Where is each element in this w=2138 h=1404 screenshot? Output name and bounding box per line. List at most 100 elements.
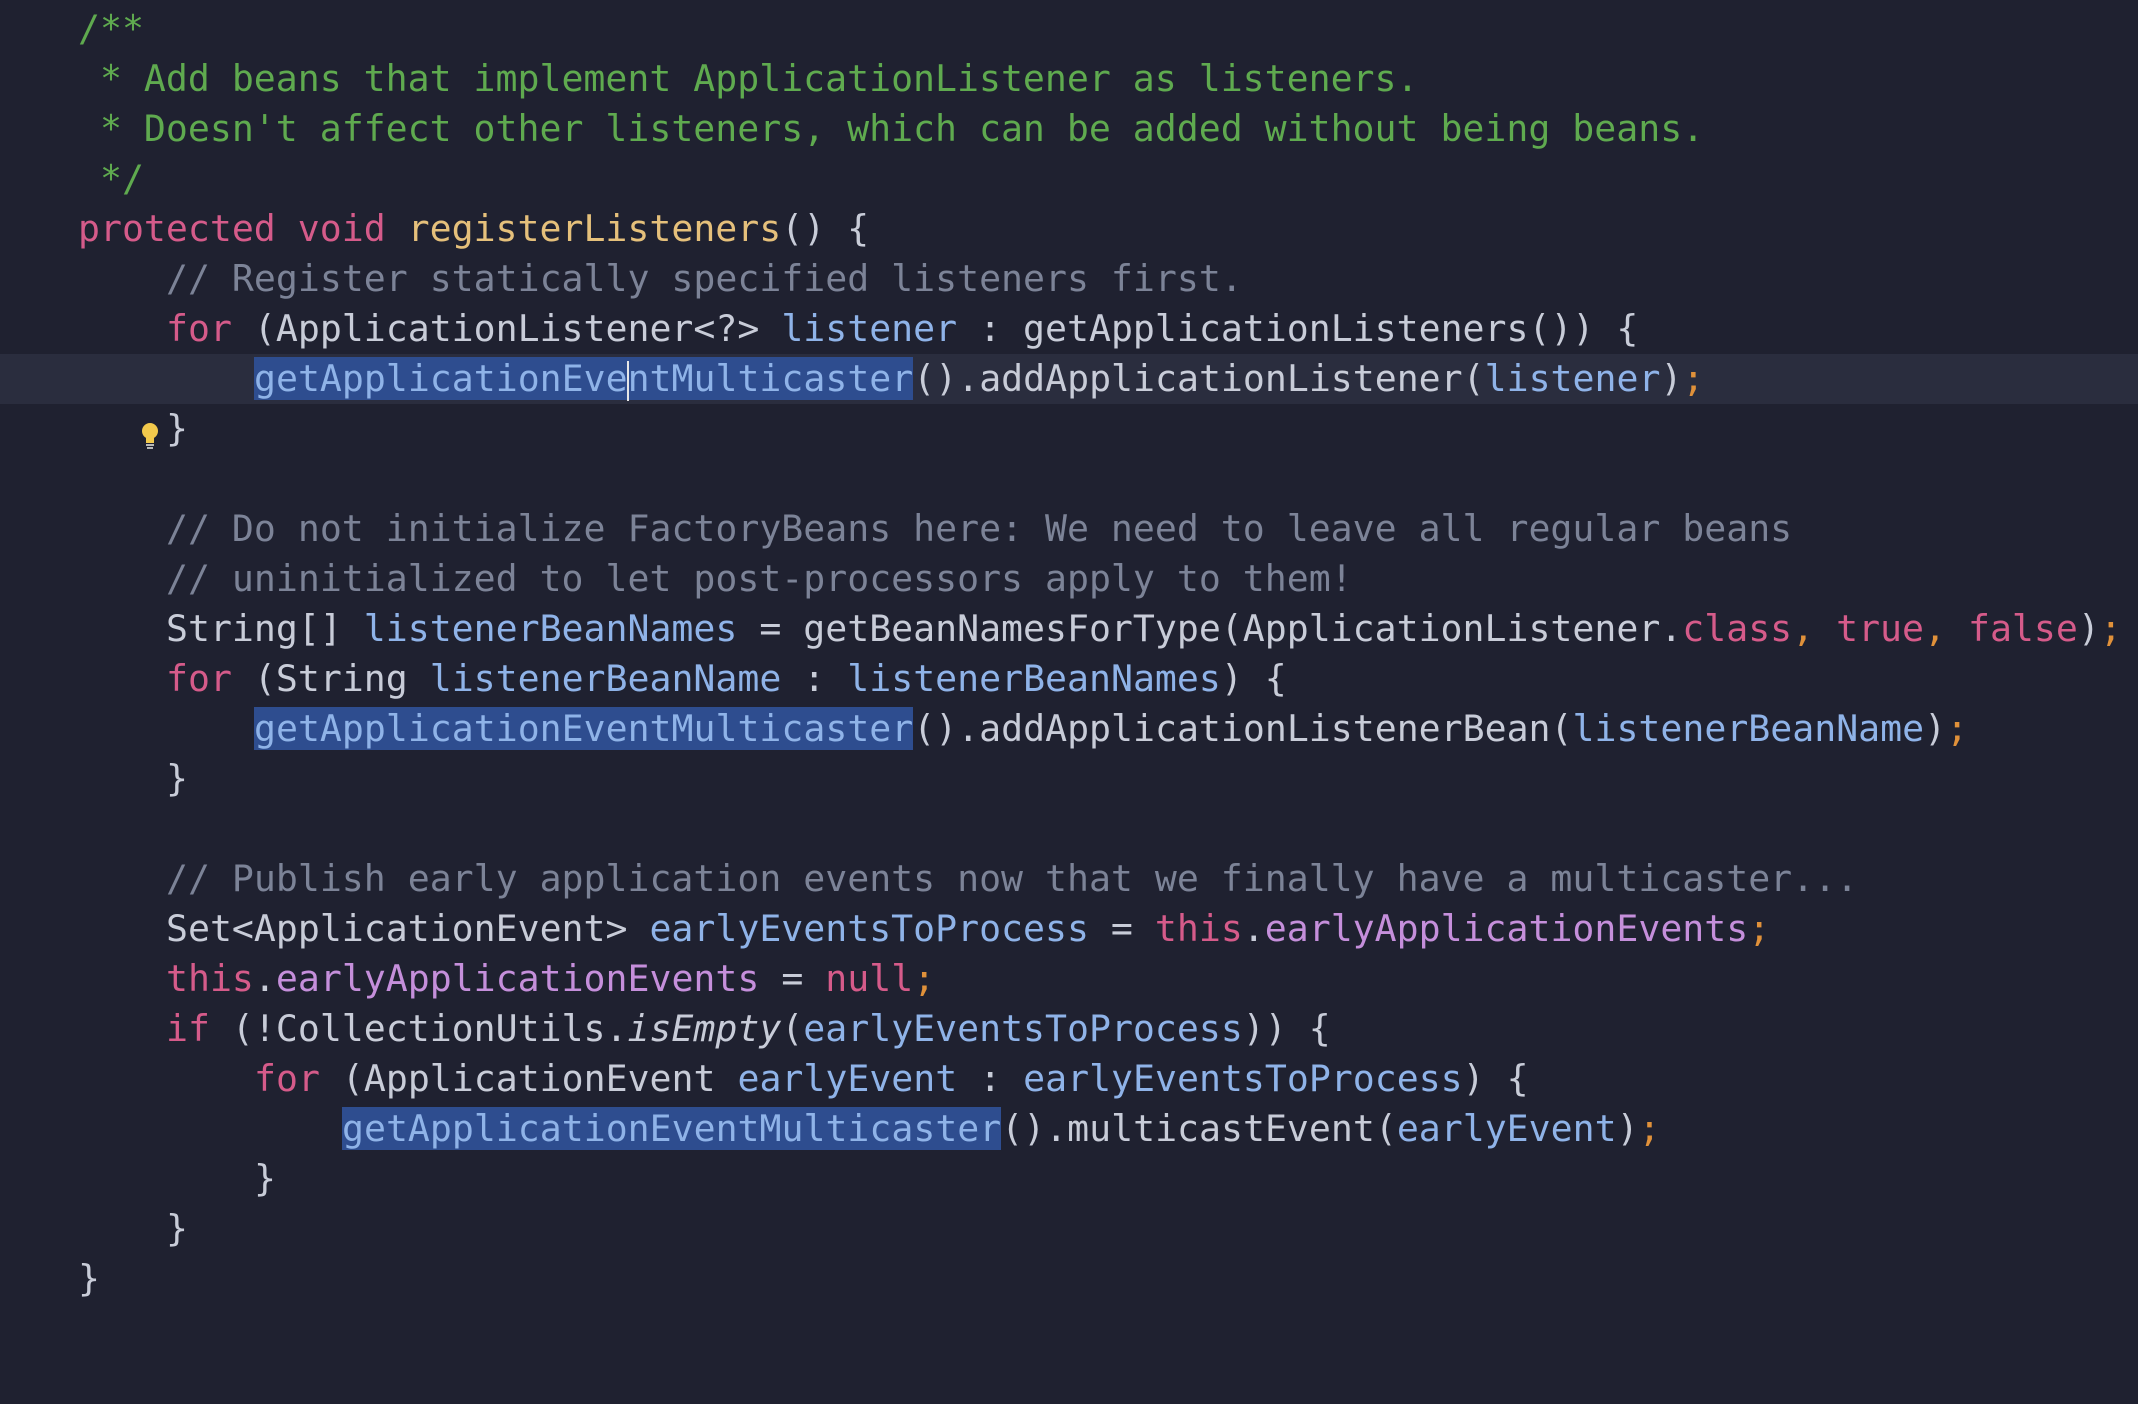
variable-early-events-to-process[interactable]: earlyEventsToProcess	[649, 907, 1089, 950]
keyword-for: for	[166, 307, 232, 350]
code-line[interactable]: }	[0, 404, 2138, 454]
variable-early-events-to-process[interactable]: earlyEventsToProcess	[1023, 1057, 1463, 1100]
code-token: )	[2077, 607, 2100, 650]
method-signature-tail: () {	[781, 207, 870, 250]
code-token: String[]	[166, 607, 364, 650]
code-line[interactable]: String[] listenerBeanNames = getBeanName…	[0, 604, 2138, 654]
method-call-statement: getApplicationEventMulticaster().multica…	[342, 1104, 1661, 1154]
declaration-statement: Set<ApplicationEvent> earlyEventsToProce…	[166, 904, 1770, 954]
keyword-this: this	[1154, 907, 1243, 950]
code-line[interactable]: /**	[0, 4, 2138, 54]
code-line[interactable]: * Doesn't affect other listeners, which …	[0, 104, 2138, 154]
code-token: )	[1616, 1107, 1639, 1150]
code-line[interactable]: * Add beans that implement ApplicationLi…	[0, 54, 2138, 104]
closing-brace: }	[166, 757, 188, 800]
code-line[interactable]: // Publish early application events now …	[0, 854, 2138, 904]
empty-code-line[interactable]	[0, 454, 2138, 504]
code-line[interactable]: for (ApplicationEvent earlyEvent : early…	[0, 1054, 2138, 1104]
code-line[interactable]: getApplicationEventMulticaster().addAppl…	[0, 704, 2138, 754]
doc-comment-line: * Doesn't affect other listeners, which …	[78, 107, 1705, 150]
code-line[interactable]: }	[0, 754, 2138, 804]
variable-listener-bean-names[interactable]: listenerBeanNames	[847, 657, 1221, 700]
keyword-void: void	[297, 207, 386, 250]
code-token: Set<ApplicationEvent>	[166, 907, 650, 950]
line-comment: // Publish early application events now …	[166, 857, 1859, 900]
declaration-statement: String[] listenerBeanNames = getBeanName…	[166, 604, 2122, 654]
code-token: ) {	[1220, 657, 1287, 700]
code-token: (ApplicationEvent	[319, 1057, 738, 1100]
variable-listener-bean-name[interactable]: listenerBeanName	[1573, 707, 1925, 750]
code-token: ().addApplicationListenerBean(	[913, 707, 1573, 750]
keyword-protected: protected	[78, 207, 276, 250]
doc-comment-close: */	[78, 157, 144, 200]
method-call-statement: getApplicationEventMulticaster().addAppl…	[254, 354, 1704, 404]
keyword-null: null	[825, 957, 914, 1000]
closing-brace: }	[166, 1207, 188, 1250]
code-line[interactable]: }	[0, 1204, 2138, 1254]
if-statement: if (!CollectionUtils.isEmpty(earlyEvents…	[166, 1004, 1331, 1054]
method-name[interactable]: registerListeners	[408, 207, 782, 250]
highlighted-method-call[interactable]: getApplicationEventMulticaster	[342, 1107, 1002, 1150]
code-token: =	[759, 957, 826, 1000]
variable-listener-bean-names[interactable]: listenerBeanNames	[364, 607, 738, 650]
lightbulb-icon[interactable]	[8, 364, 158, 449]
code-line[interactable]: Set<ApplicationEvent> earlyEventsToProce…	[0, 904, 2138, 954]
code-token: )	[1924, 707, 1947, 750]
code-token: ntMulticaster	[627, 357, 914, 400]
highlighted-method-call[interactable]: getApplicationEventMulticaster	[254, 707, 914, 750]
code-token: )	[1660, 357, 1683, 400]
code-line[interactable]: */	[0, 154, 2138, 204]
code-line[interactable]: // uninitialized to let post-processors …	[0, 554, 2138, 604]
code-token: ().multicastEvent(	[1001, 1107, 1397, 1150]
field-early-application-events[interactable]: earlyApplicationEvents	[276, 957, 759, 1000]
code-line[interactable]: }	[0, 1154, 2138, 1204]
doc-comment-open: /**	[78, 7, 144, 50]
static-method-is-empty[interactable]: isEmpty	[627, 1007, 781, 1050]
field-early-application-events[interactable]: earlyApplicationEvents	[1265, 907, 1748, 950]
for-statement: for (ApplicationEvent earlyEvent : early…	[254, 1054, 1529, 1104]
closing-brace: }	[166, 407, 188, 450]
code-line[interactable]: for (ApplicationListener<?> listener : g…	[0, 304, 2138, 354]
code-line[interactable]: getApplicationEventMulticaster().multica…	[0, 1104, 2138, 1154]
keyword-false: false	[1967, 607, 2078, 650]
code-token: .	[253, 957, 276, 1000]
code-token: ) {	[1462, 1057, 1529, 1100]
keyword-for: for	[254, 1057, 320, 1100]
code-token: (String	[231, 657, 430, 700]
variable-early-event[interactable]: earlyEvent	[737, 1057, 957, 1100]
for-statement: for (ApplicationListener<?> listener : g…	[166, 304, 1638, 354]
code-line[interactable]: for (String listenerBeanName : listenerB…	[0, 654, 2138, 704]
current-code-line[interactable]: getApplicationEventMulticaster().addAppl…	[0, 354, 2138, 449]
variable-listener[interactable]: listener	[781, 307, 957, 350]
keyword-if: if	[166, 1007, 210, 1050]
code-token: (!CollectionUtils.	[209, 1007, 628, 1050]
code-line[interactable]: protected void registerListeners() {	[0, 204, 2138, 254]
code-line[interactable]: }	[0, 1254, 2138, 1304]
code-line[interactable]: // Do not initialize FactoryBeans here: …	[0, 504, 2138, 554]
method-call-statement: getApplicationEventMulticaster().addAppl…	[254, 704, 1968, 754]
semicolon: ;	[2099, 607, 2122, 650]
empty-code-line[interactable]	[0, 804, 2138, 854]
code-editor[interactable]: /** * Add beans that implement Applicati…	[0, 0, 2138, 1320]
keyword-this: this	[166, 957, 254, 1000]
code-line[interactable]: if (!CollectionUtils.isEmpty(earlyEvents…	[0, 1004, 2138, 1054]
semicolon: ;	[1638, 1107, 1661, 1150]
closing-brace: }	[78, 1257, 100, 1300]
comma: ,	[1924, 607, 1968, 650]
code-token: )) {	[1242, 1007, 1331, 1050]
code-token: ().addApplicationListener(	[913, 357, 1485, 400]
variable-listener[interactable]: listener	[1485, 357, 1661, 400]
variable-early-events-to-process[interactable]: earlyEventsToProcess	[803, 1007, 1243, 1050]
variable-listener-bean-name[interactable]: listenerBeanName	[430, 657, 782, 700]
assignment-statement: this.earlyApplicationEvents = null;	[166, 954, 935, 1004]
semicolon: ;	[1682, 357, 1705, 400]
code-line[interactable]: // Register statically specified listene…	[0, 254, 2138, 304]
code-token: (ApplicationListener<?>	[231, 307, 782, 350]
code-token: =	[1088, 907, 1155, 950]
line-comment: // uninitialized to let post-processors …	[166, 557, 1353, 600]
variable-early-event[interactable]: earlyEvent	[1397, 1107, 1617, 1150]
highlighted-method-call[interactable]: getApplicationEventMulticaster	[254, 357, 914, 401]
method-signature: protected void registerListeners() {	[78, 204, 869, 254]
code-line[interactable]: this.earlyApplicationEvents = null;	[0, 954, 2138, 1004]
keyword-class: class	[1682, 607, 1793, 650]
